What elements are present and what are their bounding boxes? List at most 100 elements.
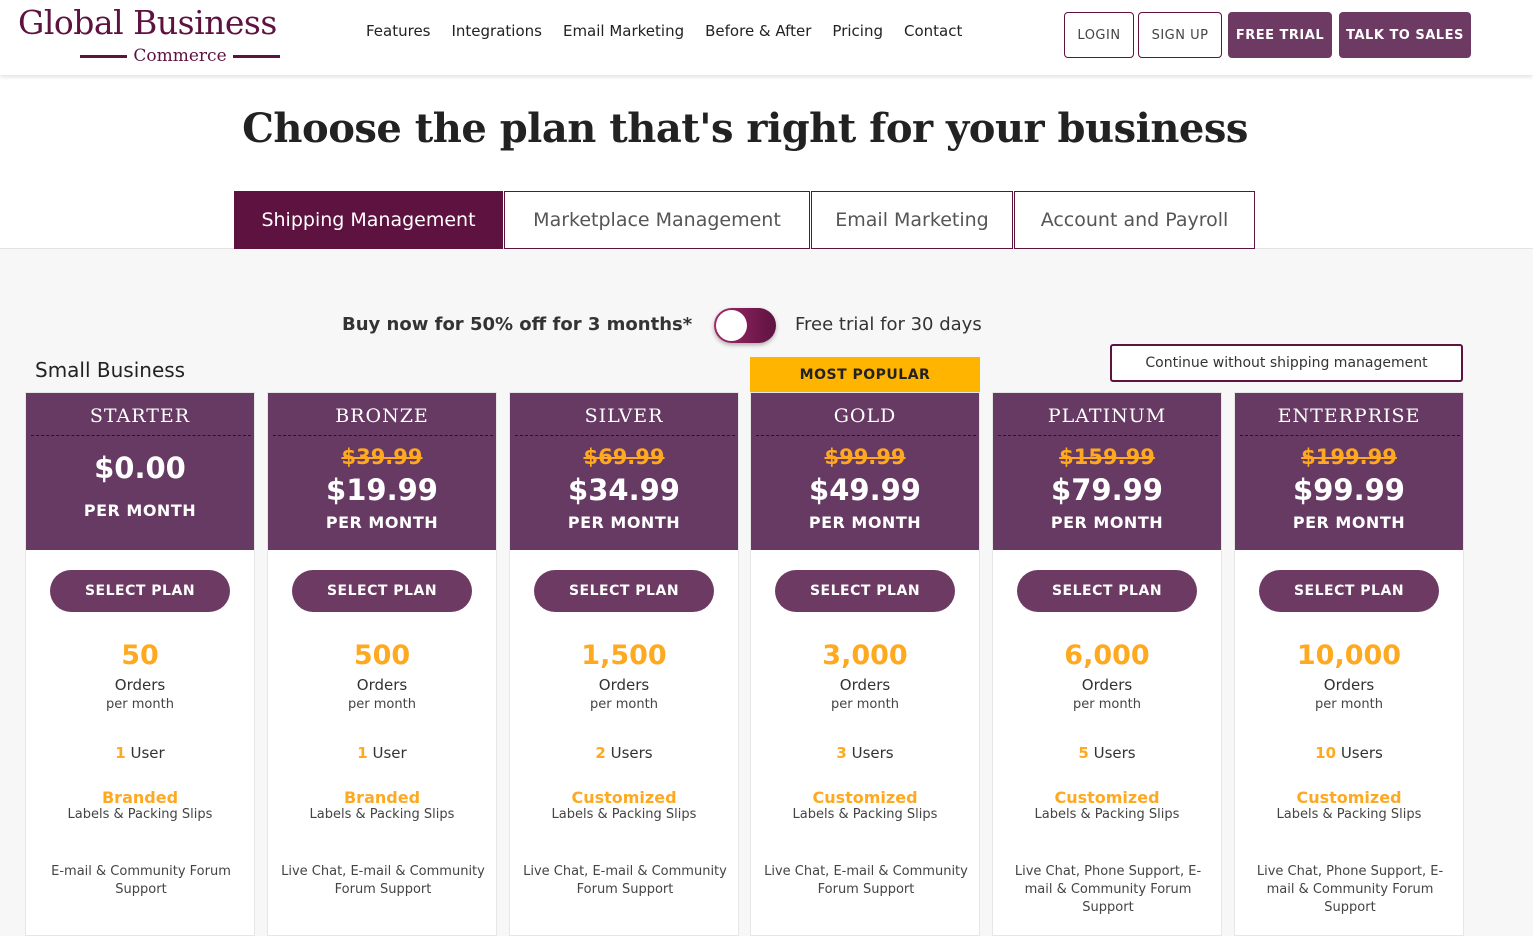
- toggle-knob: [716, 310, 747, 341]
- billing-toggle[interactable]: [714, 308, 776, 343]
- plan-price: $19.99: [326, 473, 438, 507]
- plan-card-silver: SILVER $69.99 $34.99 PER MONTH SELECT PL…: [509, 392, 739, 936]
- select-plan-button[interactable]: SELECT PLAN: [1259, 570, 1439, 612]
- continue-without-button[interactable]: Continue without shipping management: [1110, 344, 1463, 382]
- plan-price: $79.99: [1051, 473, 1163, 507]
- plan-header: GOLD $99.99 $49.99 PER MONTH: [751, 393, 979, 550]
- orders-count: 10,000: [1296, 640, 1402, 671]
- logo-subtitle-text: Commerce: [133, 46, 227, 66]
- logo-title: Global Business: [18, 3, 277, 42]
- main-nav: Features Integrations Email Marketing Be…: [366, 22, 983, 40]
- users-word: Users: [605, 744, 653, 762]
- nav-features[interactable]: Features: [366, 22, 431, 40]
- plan-card-gold: GOLD $99.99 $49.99 PER MONTH SELECT PLAN…: [750, 392, 980, 936]
- plan-original-price: $69.99: [583, 445, 665, 469]
- nav-contact[interactable]: Contact: [904, 22, 962, 40]
- orders-count: 50: [121, 640, 159, 671]
- plan-price: $0.00: [94, 451, 186, 485]
- orders-label: Orders: [839, 676, 891, 694]
- plan-header: BRONZE $39.99 $19.99 PER MONTH: [268, 393, 496, 550]
- tab-shipping-management[interactable]: Shipping Management: [234, 191, 503, 249]
- plan-name: SILVER: [584, 405, 664, 427]
- support-info: Live Chat, E-mail & Community Forum Supp…: [281, 864, 485, 897]
- tab-marketplace-management[interactable]: Marketplace Management: [504, 191, 810, 249]
- orders-label: Orders: [1323, 676, 1375, 694]
- select-plan-button[interactable]: SELECT PLAN: [50, 570, 230, 612]
- plan-name: STARTER: [89, 405, 191, 427]
- select-plan-button[interactable]: SELECT PLAN: [775, 570, 955, 612]
- users-word: Users: [1088, 744, 1136, 762]
- nav-integrations[interactable]: Integrations: [452, 22, 542, 40]
- signup-button[interactable]: SIGN UP: [1138, 12, 1222, 58]
- orders-label: Orders: [356, 676, 408, 694]
- labels-type: Customized: [571, 788, 677, 807]
- plan-original-price: $159.99: [1059, 445, 1155, 469]
- plan-card-bronze: BRONZE $39.99 $19.99 PER MONTH SELECT PL…: [267, 392, 497, 936]
- labels-description: Labels & Packing Slips: [1276, 807, 1422, 822]
- nav-before-after[interactable]: Before & After: [705, 22, 811, 40]
- plan-price: $34.99: [568, 473, 680, 507]
- plan-original-price: $199.99: [1301, 445, 1397, 469]
- users-word: User: [367, 744, 407, 762]
- trial-option-label: Free trial for 30 days: [795, 314, 982, 335]
- users-word: Users: [1336, 744, 1383, 762]
- orders-period: per month: [1315, 697, 1383, 712]
- plan-period: PER MONTH: [1292, 513, 1406, 532]
- select-plan-button[interactable]: SELECT PLAN: [292, 570, 472, 612]
- support-info: Live Chat, E-mail & Community Forum Supp…: [764, 864, 968, 897]
- users-word: User: [125, 744, 165, 762]
- plan-header: SILVER $69.99 $34.99 PER MONTH: [510, 393, 738, 550]
- users-info: 2 Users: [510, 744, 738, 762]
- orders-label: Orders: [114, 676, 166, 694]
- plan-period: PER MONTH: [1050, 513, 1164, 532]
- login-button[interactable]: LOGIN: [1064, 12, 1134, 58]
- orders-label: Orders: [1081, 676, 1133, 694]
- tab-email-marketing[interactable]: Email Marketing: [811, 191, 1013, 249]
- plan-card-enterprise: ENTERPRISE $199.99 $99.99 PER MONTH SELE…: [1234, 392, 1464, 936]
- plan-period: PER MONTH: [325, 513, 439, 532]
- select-plan-button[interactable]: SELECT PLAN: [534, 570, 714, 612]
- orders-period: per month: [590, 697, 658, 712]
- labels-type: Customized: [1296, 788, 1402, 807]
- users-info: 1 User: [268, 744, 496, 762]
- orders-count: 6,000: [1064, 640, 1150, 671]
- users-info: 5 Users: [993, 744, 1221, 762]
- most-popular-badge: MOST POPULAR: [750, 357, 980, 392]
- support-info: Live Chat, Phone Support, E-mail & Commu…: [1014, 864, 1202, 915]
- orders-period: per month: [1073, 697, 1141, 712]
- plan-price: $99.99: [1293, 473, 1405, 507]
- plan-card-starter: STARTER $0.00 PER MONTH SELECT PLAN 50 O…: [25, 392, 255, 936]
- nav-pricing[interactable]: Pricing: [832, 22, 883, 40]
- orders-count: 500: [353, 640, 411, 671]
- plan-name: BRONZE: [335, 405, 429, 427]
- labels-description: Labels & Packing Slips: [67, 807, 213, 822]
- plan-period: PER MONTH: [567, 513, 681, 532]
- plan-name: PLATINUM: [1047, 405, 1167, 427]
- nav-email-marketing[interactable]: Email Marketing: [563, 22, 684, 40]
- orders-label: Orders: [598, 676, 650, 694]
- plan-original-price: $99.99: [824, 445, 906, 469]
- plan-divider: [31, 435, 251, 436]
- free-trial-button[interactable]: FREE TRIAL: [1228, 12, 1332, 58]
- plan-original-price: $39.99: [341, 445, 423, 469]
- talk-to-sales-button[interactable]: TALK TO SALES: [1339, 12, 1471, 58]
- tab-account-payroll[interactable]: Account and Payroll: [1014, 191, 1255, 249]
- logo-subtitle: Commerce: [80, 46, 281, 66]
- logo-rule-left: [80, 54, 128, 58]
- labels-type: Customized: [1054, 788, 1160, 807]
- plan-price: $49.99: [809, 473, 921, 507]
- logo-rule-right: [232, 54, 281, 58]
- plan-period: PER MONTH: [808, 513, 922, 532]
- segment-label: Small Business: [35, 358, 186, 382]
- users-count: 2: [595, 744, 606, 762]
- labels-description: Labels & Packing Slips: [551, 807, 697, 822]
- labels-description: Labels & Packing Slips: [792, 807, 938, 822]
- users-info: 10 Users: [1235, 744, 1463, 762]
- labels-type: Branded: [101, 788, 179, 807]
- users-count: 1: [115, 744, 126, 762]
- promo-option-label: Buy now for 50% off for 3 months*: [342, 314, 693, 335]
- orders-count: 3,000: [822, 640, 908, 671]
- select-plan-button[interactable]: SELECT PLAN: [1017, 570, 1197, 612]
- logo[interactable]: Global Business Commerce: [18, 4, 318, 68]
- users-count: 5: [1078, 744, 1089, 762]
